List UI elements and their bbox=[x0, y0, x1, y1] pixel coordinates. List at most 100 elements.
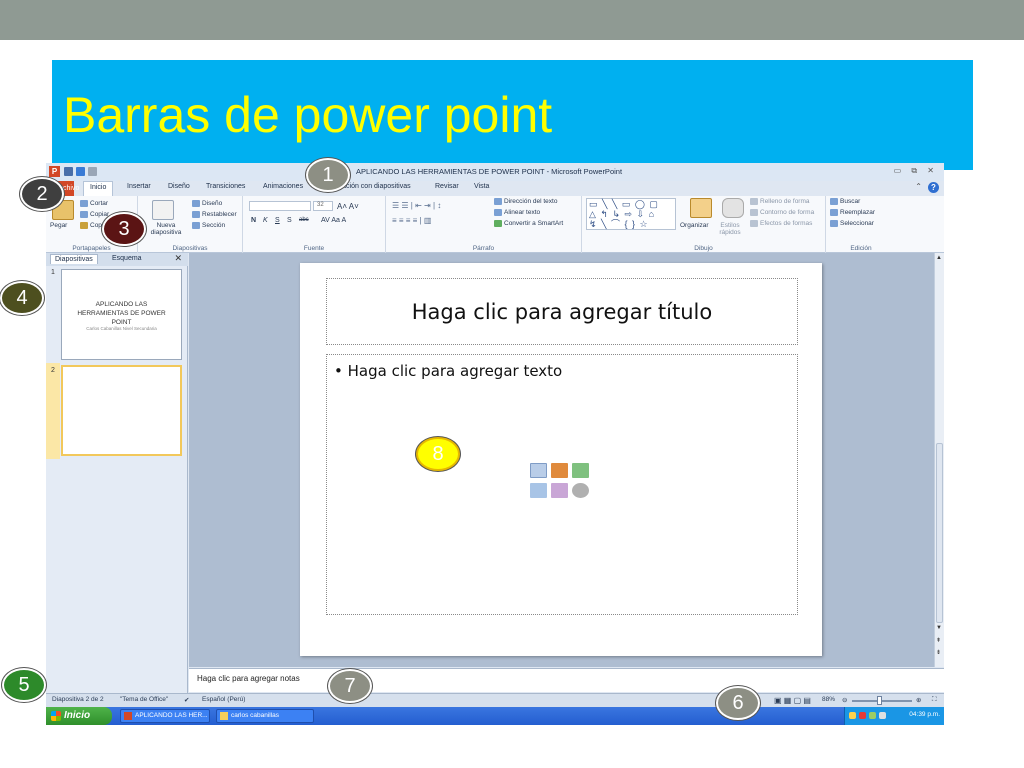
start-label: Inicio bbox=[64, 710, 91, 721]
tab-animaciones[interactable]: Animaciones bbox=[263, 183, 303, 190]
copy-button[interactable]: Copiar bbox=[80, 211, 109, 218]
copy-icon bbox=[80, 211, 88, 218]
cut-label: Cortar bbox=[90, 200, 109, 208]
scroll-down-icon[interactable]: ▼ bbox=[936, 625, 942, 631]
arrange-button[interactable]: Organizar bbox=[680, 222, 709, 229]
shape-fill-label: Relleno de forma bbox=[760, 198, 810, 206]
slide-thumbnail-1[interactable]: APLICANDO LAS HERRAMIENTAS DE POWER POIN… bbox=[61, 269, 182, 360]
strikethrough-button[interactable]: abc bbox=[299, 217, 309, 223]
tray-app-icon[interactable] bbox=[869, 712, 876, 719]
help-icon[interactable]: ? bbox=[928, 182, 939, 193]
fit-window-icon[interactable]: ⛶ bbox=[932, 696, 937, 704]
content-placeholder[interactable]: • Haga clic para agregar texto bbox=[326, 354, 798, 615]
select-label: Seleccionar bbox=[840, 220, 874, 228]
tab-revisar[interactable]: Revisar bbox=[435, 183, 459, 190]
new-slide-button[interactable]: Nueva diapositiva bbox=[142, 222, 190, 236]
shapes-gallery[interactable]: ▭ ╲ ╲ ▭ ◯ ▢ △ ↰ ↳ ⇨ ⇩ ⌂ ↯ ╲ ⌒ { } ☆ bbox=[586, 198, 676, 230]
taskbar-item-powerpoint[interactable]: APLICANDO LAS HER... bbox=[120, 709, 210, 723]
shadow-button[interactable]: S bbox=[287, 217, 292, 224]
paste-button[interactable]: Pegar bbox=[50, 222, 67, 229]
smartart-button[interactable]: Convertir a SmartArt bbox=[494, 220, 563, 227]
redo-icon[interactable] bbox=[88, 167, 97, 176]
select-button[interactable]: Seleccionar bbox=[830, 220, 874, 227]
text-direction-button[interactable]: Dirección del texto bbox=[494, 198, 557, 205]
spellcheck-icon[interactable]: ✔ bbox=[184, 696, 189, 704]
title-placeholder[interactable]: Haga clic para agregar título bbox=[326, 278, 798, 345]
thumbnail-subtitle: Carlos Cabanillas Nivel Secundaria bbox=[86, 326, 157, 331]
section-button[interactable]: Sección bbox=[192, 222, 225, 229]
bold-button[interactable]: N bbox=[251, 217, 256, 224]
task-label: APLICANDO LAS HER... bbox=[135, 712, 208, 719]
align-text-button[interactable]: Alinear texto bbox=[494, 209, 540, 216]
undo-icon[interactable] bbox=[76, 167, 85, 176]
reset-button[interactable]: Restablecer bbox=[192, 211, 237, 218]
replace-button[interactable]: Reemplazar bbox=[830, 209, 875, 216]
quick-styles-icon[interactable] bbox=[722, 198, 744, 218]
tray-volume-icon[interactable] bbox=[879, 712, 886, 719]
font-size-combo[interactable]: 32 bbox=[313, 201, 333, 211]
tab-diapositivas[interactable]: Diapositivas bbox=[50, 254, 98, 264]
table-icon[interactable] bbox=[530, 463, 547, 478]
tab-vista[interactable]: Vista bbox=[474, 183, 489, 190]
notes-pane[interactable]: Haga clic para agregar notas bbox=[189, 668, 944, 692]
font-color-icon[interactable]: AV Aa A bbox=[321, 217, 346, 224]
prev-slide-icon[interactable]: ⇞ bbox=[936, 637, 941, 644]
start-button[interactable]: Inicio bbox=[46, 707, 112, 725]
smartart-label: Convertir a SmartArt bbox=[504, 220, 564, 228]
tab-transiciones[interactable]: Transiciones bbox=[206, 183, 245, 190]
close-icon[interactable]: ✕ bbox=[174, 253, 182, 264]
vertical-scrollbar[interactable]: ▲ ▼ ⇞ ⇟ bbox=[934, 253, 944, 667]
cut-button[interactable]: Cortar bbox=[80, 200, 108, 207]
tab-esquema[interactable]: Esquema bbox=[108, 254, 146, 263]
scroll-up-icon[interactable]: ▲ bbox=[936, 255, 942, 261]
tab-inicio[interactable]: Inicio bbox=[83, 181, 114, 196]
shape-fill-button[interactable]: Relleno de forma bbox=[750, 198, 810, 205]
powerpoint-logo-icon[interactable]: P bbox=[49, 166, 60, 177]
view-buttons-icon[interactable]: ▣ ▦ ▢ ▤ bbox=[774, 696, 811, 705]
smartart-insert-icon[interactable] bbox=[572, 463, 589, 478]
taskbar-item-folder[interactable]: carlos cabanillas bbox=[216, 709, 314, 723]
shape-effects-button[interactable]: Efectos de formas bbox=[750, 220, 812, 227]
clock[interactable]: 04:39 p.m. bbox=[909, 711, 940, 718]
language[interactable]: Español (Perú) bbox=[202, 696, 245, 703]
zoom-level[interactable]: 88% bbox=[822, 696, 835, 703]
title-bar: P APLICANDO LAS HERRAMIENTAS DE POWER PO… bbox=[46, 163, 944, 181]
chart-icon[interactable] bbox=[551, 463, 568, 478]
shape-outline-button[interactable]: Contorno de forma bbox=[750, 209, 814, 216]
zoom-out-icon[interactable]: ⊖ bbox=[842, 696, 847, 704]
bullets-icon[interactable]: ☰ ☰ | ⇤ ⇥ | ↕ bbox=[392, 201, 441, 210]
arrange-icon[interactable] bbox=[690, 198, 712, 218]
new-slide-icon[interactable] bbox=[152, 200, 174, 220]
italic-button[interactable]: K bbox=[263, 217, 268, 224]
media-icon[interactable] bbox=[572, 483, 589, 498]
notes-placeholder: Haga clic para agregar notas bbox=[197, 674, 300, 683]
reset-label: Restablecer bbox=[202, 211, 237, 219]
quick-styles-button[interactable]: Estilos rápidos bbox=[710, 222, 750, 236]
picture-icon[interactable] bbox=[530, 483, 547, 498]
tab-diseno[interactable]: Diseño bbox=[168, 183, 190, 190]
find-label: Buscar bbox=[840, 198, 861, 206]
clipart-icon[interactable] bbox=[551, 483, 568, 498]
next-slide-icon[interactable]: ⇟ bbox=[936, 649, 941, 656]
group-label-parrafo: Párrafo bbox=[472, 245, 495, 252]
slide-thumbnail-2[interactable] bbox=[61, 365, 182, 456]
tray-network-icon[interactable] bbox=[849, 712, 856, 719]
minimize-ribbon-icon[interactable]: ⌃ bbox=[915, 182, 922, 191]
layout-button[interactable]: Diseño bbox=[192, 200, 222, 207]
zoom-slider[interactable] bbox=[852, 700, 912, 702]
zoom-in-icon[interactable]: ⊕ bbox=[916, 696, 921, 704]
window-controls[interactable]: ▭ ⧉ ✕ bbox=[894, 166, 938, 176]
windows-taskbar: Inicio APLICANDO LAS HER... carlos caban… bbox=[46, 707, 944, 725]
layout-icon bbox=[192, 200, 200, 207]
zoom-slider-handle[interactable] bbox=[877, 696, 882, 705]
find-button[interactable]: Buscar bbox=[830, 198, 860, 205]
font-name-combo[interactable] bbox=[249, 201, 311, 211]
tray-antivirus-icon[interactable] bbox=[859, 712, 866, 719]
shape-outline-label: Contorno de forma bbox=[760, 209, 815, 217]
grow-font-icon[interactable]: A˄ A˅ bbox=[337, 202, 359, 211]
align-icon[interactable]: ≡ ≡ ≡ ≡ | ▥ bbox=[392, 216, 431, 225]
save-icon[interactable] bbox=[64, 167, 73, 176]
underline-button[interactable]: S bbox=[275, 217, 280, 224]
scroll-thumb[interactable] bbox=[936, 443, 943, 623]
tab-insertar[interactable]: Insertar bbox=[127, 183, 151, 190]
